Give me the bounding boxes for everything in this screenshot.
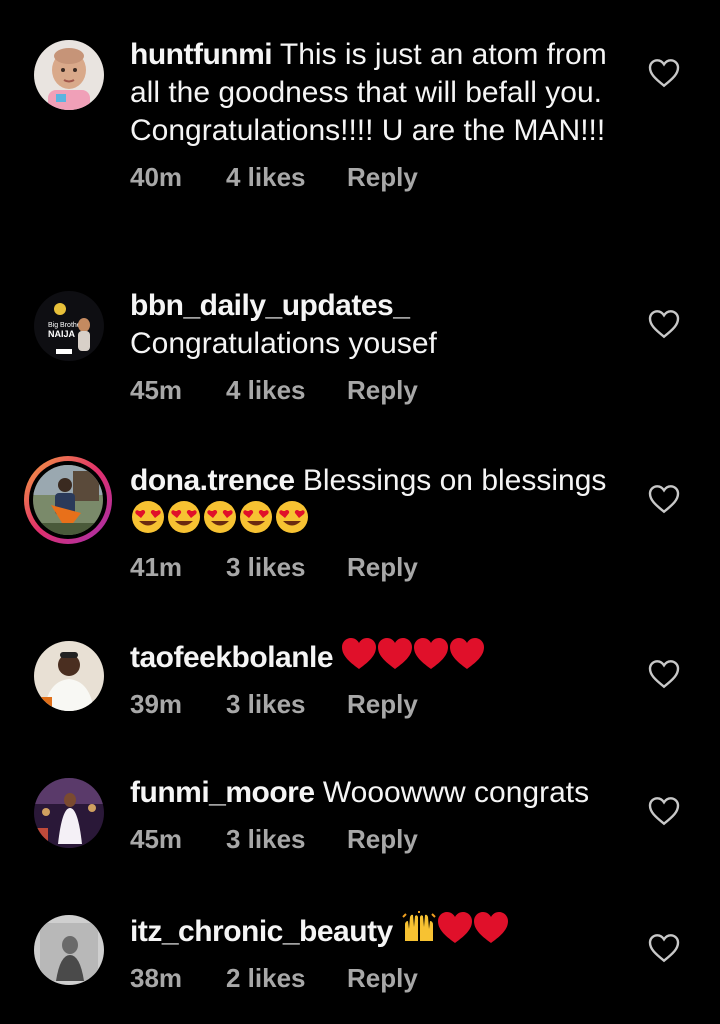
comment-time: 45m — [130, 824, 183, 854]
comment-text: itz_chronic_beauty — [130, 911, 640, 951]
comment-username[interactable]: itz_chronic_beauty — [130, 915, 393, 948]
red-heart-emoji — [438, 912, 473, 943]
avatar-story-ring[interactable] — [24, 456, 112, 544]
emoji-run — [401, 911, 509, 948]
comment-body — [393, 915, 401, 948]
heart-eyes-emoji — [204, 501, 236, 533]
comment-meta: 41m 3 likes Reply — [130, 552, 640, 583]
red-heart-emoji — [450, 638, 485, 669]
comment-time: 45m — [130, 375, 183, 405]
comment-username[interactable]: dona.trence — [130, 464, 295, 497]
comment-time: 38m — [130, 963, 183, 993]
red-heart-emoji — [342, 638, 377, 669]
comment-text: funmi_moore Wooowww congrats — [130, 774, 640, 812]
heart-outline-icon[interactable] — [648, 309, 680, 339]
reply-button[interactable]: Reply — [347, 824, 418, 855]
comment-meta: 38m 2 likes Reply — [130, 963, 640, 994]
comment-time: 40m — [130, 162, 183, 192]
avatar[interactable]: Big Brother NAIJA — [34, 291, 104, 361]
likes-count[interactable]: 3 likes — [226, 689, 347, 720]
avatar[interactable] — [34, 778, 104, 848]
comment-meta: 40m 4 likes Reply — [130, 162, 640, 193]
likes-count[interactable]: 4 likes — [226, 375, 347, 406]
comment-meta: 45m 4 likes Reply — [130, 375, 640, 406]
heart-outline-icon[interactable] — [648, 58, 680, 88]
emoji-run — [130, 501, 310, 537]
comment-body: Wooowww congrats — [314, 776, 590, 809]
comment-text: dona.trence Blessings on blessings — [130, 462, 640, 540]
reply-button[interactable]: Reply — [347, 375, 418, 406]
comment-username[interactable]: funmi_moore — [130, 776, 315, 809]
heart-eyes-emoji — [132, 501, 164, 533]
reply-button[interactable]: Reply — [347, 552, 418, 583]
comment-username[interactable]: taofeekbolanle — [130, 641, 334, 674]
avatar — [33, 465, 103, 535]
comment-body: Blessings on blessings — [294, 464, 607, 497]
reply-button[interactable]: Reply — [347, 162, 418, 193]
likes-count[interactable]: 3 likes — [226, 824, 347, 855]
avatar[interactable] — [34, 40, 104, 110]
likes-count[interactable]: 4 likes — [226, 162, 347, 193]
comment-time: 39m — [130, 689, 183, 719]
heart-eyes-emoji — [240, 501, 272, 533]
comment-time: 41m — [130, 552, 183, 582]
heart-outline-icon[interactable] — [648, 659, 680, 689]
comment-username[interactable]: huntfunmi — [130, 38, 273, 71]
avatar[interactable] — [34, 915, 104, 985]
comment-text: huntfunmi This is just an atom from all … — [130, 36, 640, 150]
svg-text:NAIJA: NAIJA — [48, 329, 76, 339]
raising-hands-emoji — [402, 911, 436, 941]
red-heart-emoji — [414, 638, 449, 669]
comment-username[interactable]: bbn_daily_updates_ — [130, 289, 410, 322]
red-heart-emoji — [378, 638, 413, 669]
red-heart-emoji — [474, 912, 509, 943]
heart-outline-icon[interactable] — [648, 933, 680, 963]
comment-text: taofeekbolanle — [130, 637, 640, 677]
emoji-run — [341, 638, 485, 674]
heart-eyes-emoji — [168, 501, 200, 533]
heart-outline-icon[interactable] — [648, 484, 680, 514]
avatar[interactable] — [34, 641, 104, 711]
comment-body: Congratulations yousef — [130, 327, 437, 360]
likes-count[interactable]: 3 likes — [226, 552, 347, 583]
reply-button[interactable]: Reply — [347, 689, 418, 720]
comment-text: bbn_daily_updates_ Congratulations youse… — [130, 287, 640, 363]
heart-eyes-emoji — [276, 501, 308, 533]
reply-button[interactable]: Reply — [347, 963, 418, 994]
comment-meta: 39m 3 likes Reply — [130, 689, 640, 720]
likes-count[interactable]: 2 likes — [226, 963, 347, 994]
heart-outline-icon[interactable] — [648, 796, 680, 826]
comment-meta: 45m 3 likes Reply — [130, 824, 640, 855]
